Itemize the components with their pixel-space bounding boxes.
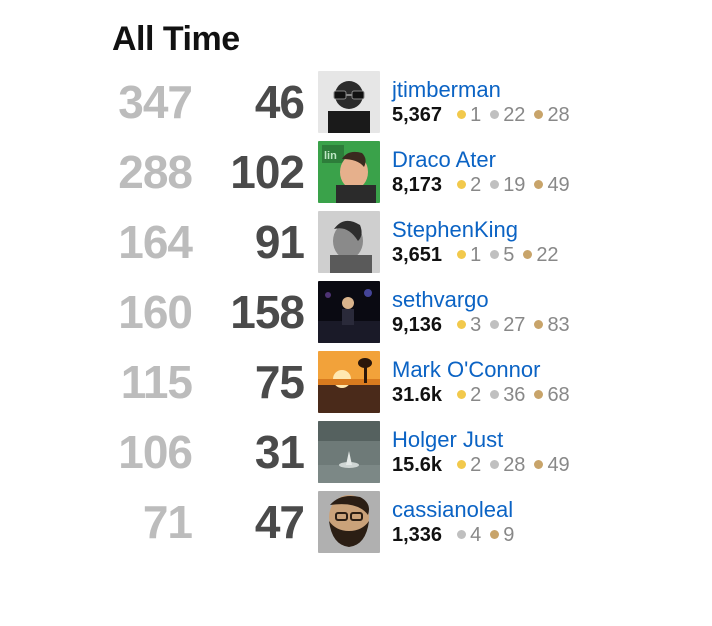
score-total: 75 <box>198 355 318 409</box>
username-link[interactable]: Holger Just <box>392 427 570 452</box>
score-total: 91 <box>198 215 318 269</box>
user-stats: 5,367 1 22 28 <box>392 104 570 127</box>
bronze-badge-icon <box>534 110 543 119</box>
user-row: 288102 Draco Ater8,173 2 19 49 <box>40 137 672 207</box>
bronze-badge-icon <box>534 180 543 189</box>
reputation: 15.6k <box>392 454 442 477</box>
score-period: 160 <box>40 285 198 339</box>
user-info: cassianoleal1,336 49 <box>392 497 514 547</box>
silver-badge-count: 28 <box>503 454 525 477</box>
user-stats: 15.6k 2 28 49 <box>392 454 570 477</box>
gold-badge-icon <box>457 180 466 189</box>
user-row: 7147 cassianoleal1,336 49 <box>40 487 672 557</box>
bronze-badge-count: 28 <box>547 104 569 127</box>
user-info: sethvargo9,136 3 27 83 <box>392 287 570 337</box>
bronze-badge-icon <box>490 530 499 539</box>
username-link[interactable]: cassianoleal <box>392 497 514 522</box>
score-period: 288 <box>40 145 198 199</box>
gold-badge-icon <box>457 320 466 329</box>
user-row: 11575 Mark O'Connor31.6k 2 36 68 <box>40 347 672 417</box>
bronze-badge-count: 83 <box>547 314 569 337</box>
reputation: 1,336 <box>392 524 442 547</box>
avatar[interactable] <box>318 421 380 483</box>
gold-badge-count: 2 <box>470 454 481 477</box>
user-row: 34746 jtimberman5,367 1 22 28 <box>40 67 672 137</box>
reputation: 5,367 <box>392 104 442 127</box>
silver-badge-count: 19 <box>503 174 525 197</box>
username-link[interactable]: Mark O'Connor <box>392 357 570 382</box>
gold-badge-count: 2 <box>470 384 481 407</box>
score-total: 46 <box>198 75 318 129</box>
bronze-badge-icon <box>534 390 543 399</box>
gold-badge-count: 2 <box>470 174 481 197</box>
score-period: 347 <box>40 75 198 129</box>
avatar[interactable] <box>318 281 380 343</box>
user-stats: 3,651 15 22 <box>392 244 559 267</box>
silver-badge-count: 36 <box>503 384 525 407</box>
silver-badge-count: 5 <box>503 244 514 267</box>
reputation: 3,651 <box>392 244 442 267</box>
user-info: Holger Just15.6k 2 28 49 <box>392 427 570 477</box>
score-total: 102 <box>198 145 318 199</box>
silver-badge-icon <box>490 110 499 119</box>
bronze-badge-icon <box>534 320 543 329</box>
score-total: 47 <box>198 495 318 549</box>
bronze-badge-count: 49 <box>547 174 569 197</box>
silver-badge-icon <box>490 320 499 329</box>
bronze-badge-icon <box>534 460 543 469</box>
gold-badge-count: 1 <box>470 104 481 127</box>
silver-badge-icon <box>490 390 499 399</box>
user-info: Draco Ater8,173 2 19 49 <box>392 147 570 197</box>
score-period: 164 <box>40 215 198 269</box>
avatar[interactable] <box>318 211 380 273</box>
reputation: 31.6k <box>392 384 442 407</box>
user-stats: 31.6k 2 36 68 <box>392 384 570 407</box>
silver-badge-count: 22 <box>503 104 525 127</box>
avatar[interactable] <box>318 491 380 553</box>
section-title: All Time <box>112 20 672 59</box>
user-info: jtimberman5,367 1 22 28 <box>392 77 570 127</box>
avatar[interactable] <box>318 141 380 203</box>
score-period: 71 <box>40 495 198 549</box>
reputation: 9,136 <box>392 314 442 337</box>
bronze-badge-count: 22 <box>536 244 558 267</box>
user-row: 160158 sethvargo9,136 3 27 83 <box>40 277 672 347</box>
user-stats: 1,336 49 <box>392 524 514 547</box>
username-link[interactable]: Draco Ater <box>392 147 570 172</box>
silver-badge-icon <box>490 180 499 189</box>
reputation: 8,173 <box>392 174 442 197</box>
silver-badge-icon <box>457 530 466 539</box>
silver-badge-icon <box>490 250 499 259</box>
score-total: 158 <box>198 285 318 339</box>
silver-badge-count: 27 <box>503 314 525 337</box>
bronze-badge-count: 68 <box>547 384 569 407</box>
gold-badge-count: 1 <box>470 244 481 267</box>
score-period: 106 <box>40 425 198 479</box>
user-info: StephenKing3,651 15 22 <box>392 217 559 267</box>
user-info: Mark O'Connor31.6k 2 36 68 <box>392 357 570 407</box>
user-list: 34746jtimberman5,36712228288102Draco Ate… <box>40 67 672 557</box>
user-stats: 8,173 2 19 49 <box>392 174 570 197</box>
avatar[interactable] <box>318 71 380 133</box>
user-row: 16491 StephenKing3,651 15 22 <box>40 207 672 277</box>
score-total: 31 <box>198 425 318 479</box>
username-link[interactable]: jtimberman <box>392 77 570 102</box>
bronze-badge-icon <box>523 250 532 259</box>
avatar[interactable] <box>318 351 380 413</box>
username-link[interactable]: StephenKing <box>392 217 559 242</box>
gold-badge-icon <box>457 390 466 399</box>
gold-badge-icon <box>457 250 466 259</box>
username-link[interactable]: sethvargo <box>392 287 570 312</box>
gold-badge-icon <box>457 110 466 119</box>
silver-badge-count: 4 <box>470 524 481 547</box>
bronze-badge-count: 49 <box>547 454 569 477</box>
gold-badge-icon <box>457 460 466 469</box>
score-period: 115 <box>40 355 198 409</box>
user-stats: 9,136 3 27 83 <box>392 314 570 337</box>
gold-badge-count: 3 <box>470 314 481 337</box>
silver-badge-icon <box>490 460 499 469</box>
bronze-badge-count: 9 <box>503 524 514 547</box>
user-row: 10631 Holger Just15.6k 2 28 49 <box>40 417 672 487</box>
